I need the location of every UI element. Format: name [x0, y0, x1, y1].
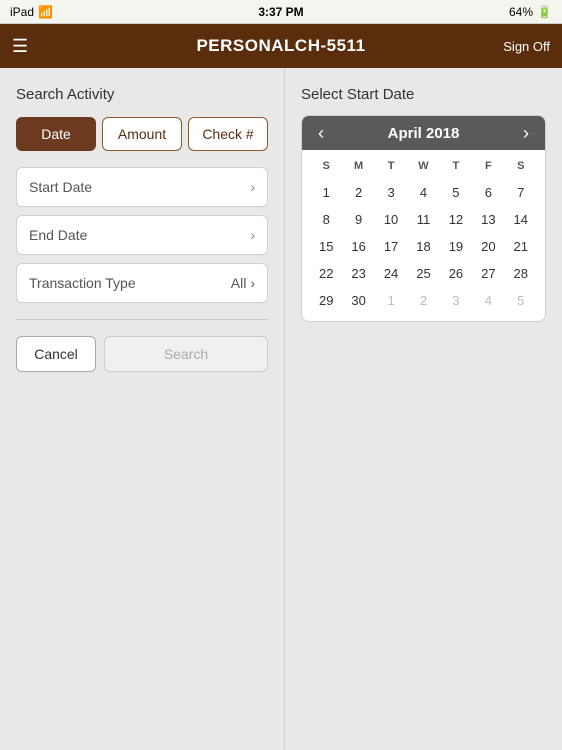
- prev-month-button[interactable]: ‹: [314, 124, 328, 142]
- end-date-label: End Date: [29, 227, 87, 243]
- transaction-type-chevron-icon: ›: [250, 275, 255, 291]
- day-30[interactable]: 30: [342, 288, 374, 313]
- day-9[interactable]: 9: [342, 207, 374, 232]
- day-16[interactable]: 16: [342, 234, 374, 259]
- day-header-t2: T: [440, 156, 472, 176]
- battery-icon: 🔋: [537, 5, 552, 19]
- day-28[interactable]: 28: [505, 261, 537, 286]
- transaction-type-label: Transaction Type: [29, 275, 136, 291]
- week-2: 8 9 10 11 12 13 14: [310, 207, 537, 232]
- status-right: 64% 🔋: [509, 5, 552, 19]
- cancel-button[interactable]: Cancel: [16, 336, 96, 372]
- day-15[interactable]: 15: [310, 234, 342, 259]
- main-content: Search Activity Date Amount Check # Star…: [0, 68, 562, 750]
- day-3[interactable]: 3: [375, 180, 407, 205]
- day-8[interactable]: 8: [310, 207, 342, 232]
- day-19[interactable]: 19: [440, 234, 472, 259]
- day-next-1[interactable]: 1: [375, 288, 407, 313]
- day-header-s1: S: [310, 156, 342, 176]
- day-next-3[interactable]: 3: [440, 288, 472, 313]
- search-tabs: Date Amount Check #: [16, 117, 268, 151]
- start-date-field[interactable]: Start Date ›: [16, 167, 268, 207]
- calendar-title: Select Start Date: [301, 86, 546, 103]
- day-14[interactable]: 14: [505, 207, 537, 232]
- day-header-t1: T: [375, 156, 407, 176]
- next-month-button[interactable]: ›: [519, 124, 533, 142]
- action-buttons: Cancel Search: [16, 336, 268, 372]
- day-12[interactable]: 12: [440, 207, 472, 232]
- transaction-type-field[interactable]: Transaction Type All ›: [16, 263, 268, 303]
- day-25[interactable]: 25: [407, 261, 439, 286]
- day-18[interactable]: 18: [407, 234, 439, 259]
- week-1: 1 2 3 4 5 6 7: [310, 180, 537, 205]
- calendar-grid: S M T W T F S 1 2 3 4 5 6 7: [302, 150, 545, 321]
- day-29[interactable]: 29: [310, 288, 342, 313]
- right-panel: Select Start Date ‹ April 2018 › S M T W…: [285, 68, 562, 750]
- calendar-header: ‹ April 2018 ›: [302, 116, 545, 150]
- tab-date[interactable]: Date: [16, 117, 96, 151]
- week-4: 22 23 24 25 26 27 28: [310, 261, 537, 286]
- app-header: ☰ PERSONALCH-5511 Sign Off: [0, 24, 562, 68]
- header-title: PERSONALCH-5511: [196, 36, 365, 56]
- day-23[interactable]: 23: [342, 261, 374, 286]
- day-2[interactable]: 2: [342, 180, 374, 205]
- search-activity-title: Search Activity: [16, 86, 268, 103]
- menu-icon[interactable]: ☰: [12, 36, 28, 57]
- day-22[interactable]: 22: [310, 261, 342, 286]
- day-next-2[interactable]: 2: [407, 288, 439, 313]
- day-13[interactable]: 13: [472, 207, 504, 232]
- day-20[interactable]: 20: [472, 234, 504, 259]
- day-header-m: M: [342, 156, 374, 176]
- day-headers: S M T W T F S: [310, 156, 537, 176]
- day-7[interactable]: 7: [505, 180, 537, 205]
- week-3: 15 16 17 18 19 20 21: [310, 234, 537, 259]
- start-date-chevron-icon: ›: [250, 179, 255, 195]
- day-21[interactable]: 21: [505, 234, 537, 259]
- day-17[interactable]: 17: [375, 234, 407, 259]
- left-panel: Search Activity Date Amount Check # Star…: [0, 68, 285, 750]
- transaction-type-value: All: [231, 275, 247, 291]
- divider: [16, 319, 268, 320]
- day-header-f: F: [472, 156, 504, 176]
- end-date-field[interactable]: End Date ›: [16, 215, 268, 255]
- status-left: iPad 📶: [10, 5, 53, 19]
- tab-check[interactable]: Check #: [188, 117, 268, 151]
- status-time: 3:37 PM: [258, 5, 303, 19]
- start-date-label: Start Date: [29, 179, 92, 195]
- day-6[interactable]: 6: [472, 180, 504, 205]
- day-4[interactable]: 4: [407, 180, 439, 205]
- day-10[interactable]: 10: [375, 207, 407, 232]
- calendar-month-label: April 2018: [388, 125, 460, 142]
- day-26[interactable]: 26: [440, 261, 472, 286]
- end-date-chevron-icon: ›: [250, 227, 255, 243]
- transaction-type-value-row: All ›: [231, 275, 255, 291]
- ipad-label: iPad: [10, 5, 34, 19]
- tab-amount[interactable]: Amount: [102, 117, 182, 151]
- day-next-5[interactable]: 5: [505, 288, 537, 313]
- day-header-s2: S: [505, 156, 537, 176]
- calendar: ‹ April 2018 › S M T W T F S 1: [301, 115, 546, 322]
- day-1[interactable]: 1: [310, 180, 342, 205]
- day-header-w: W: [407, 156, 439, 176]
- day-11[interactable]: 11: [407, 207, 439, 232]
- day-27[interactable]: 27: [472, 261, 504, 286]
- day-next-4[interactable]: 4: [472, 288, 504, 313]
- day-24[interactable]: 24: [375, 261, 407, 286]
- week-5: 29 30 1 2 3 4 5: [310, 288, 537, 313]
- search-button[interactable]: Search: [104, 336, 268, 372]
- battery-label: 64%: [509, 5, 533, 19]
- sign-off-button[interactable]: Sign Off: [503, 39, 550, 54]
- wifi-icon: 📶: [38, 5, 53, 19]
- day-5[interactable]: 5: [440, 180, 472, 205]
- status-bar: iPad 📶 3:37 PM 64% 🔋: [0, 0, 562, 24]
